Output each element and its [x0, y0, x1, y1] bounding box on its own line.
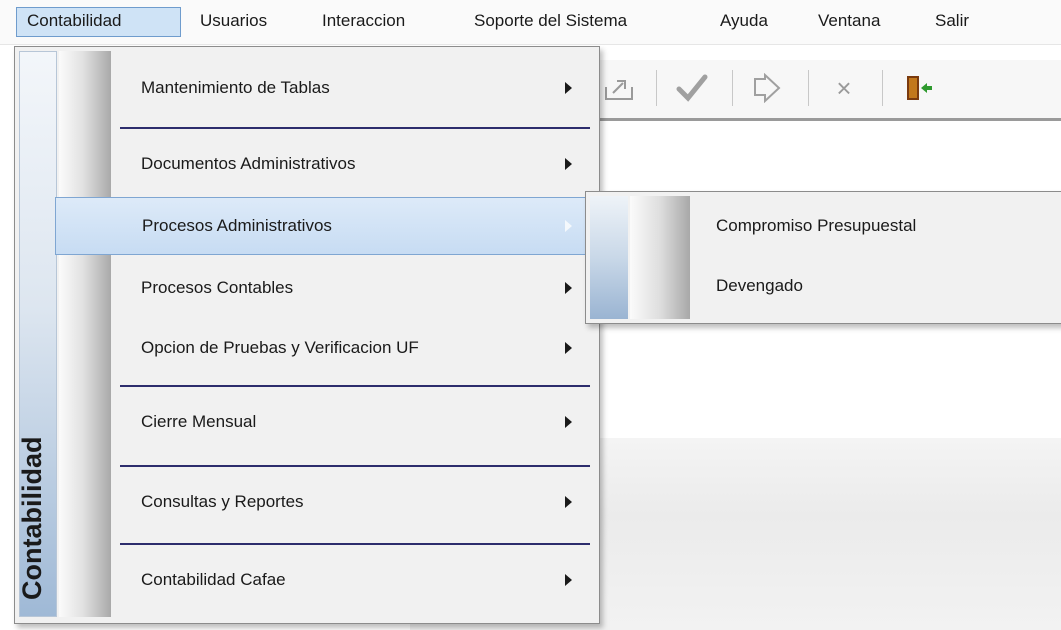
submenu-arrow-icon: [565, 220, 572, 232]
submenu-arrow-icon: [565, 496, 572, 508]
menu-item-consultas-y-reportes[interactable]: Consultas y Reportes: [55, 473, 595, 531]
menu-item-mantenimiento-de-tablas[interactable]: Mantenimiento de Tablas: [55, 59, 595, 117]
menu-item-procesos-administrativos[interactable]: Procesos Administrativos: [55, 197, 595, 255]
submenu-arrow-icon: [565, 416, 572, 428]
menu-item-label: Procesos Contables: [141, 278, 294, 297]
menu-ventana-label: Ventana: [818, 11, 881, 30]
submenu-arrow-icon: [565, 82, 572, 94]
submenu-item-compromiso-presupuestal[interactable]: Compromiso Presupuestal: [586, 196, 1061, 256]
submenu-arrow-icon: [565, 342, 572, 354]
menu-interaccion[interactable]: Interaccion: [322, 8, 405, 36]
menu-bar: Contabilidad Usuarios Interaccion Soport…: [0, 0, 1061, 45]
contabilidad-dropdown-menu: Contabilidad Mantenimiento de Tablas Doc…: [14, 46, 600, 624]
close-x-icon[interactable]: ×: [824, 68, 864, 108]
menu-contabilidad-label: Contabilidad: [27, 11, 122, 30]
menu-salir[interactable]: Salir: [935, 8, 969, 36]
menu-separator: [120, 465, 590, 467]
menu-item-label: Contabilidad Cafae: [141, 570, 286, 589]
toolbar-separator: [882, 70, 883, 106]
submenu-arrow-icon: [565, 282, 572, 294]
menu-soporte-del-sistema[interactable]: Soporte del Sistema: [474, 8, 627, 36]
dropdown-banner-title: Contabilidad: [17, 436, 47, 601]
menu-separator: [120, 127, 590, 129]
workspace-background: [598, 438, 1061, 630]
submenu-item-label: Devengado: [716, 276, 803, 295]
menu-item-documentos-administrativos[interactable]: Documentos Administrativos: [55, 135, 595, 193]
check-icon[interactable]: [672, 68, 712, 108]
menu-item-procesos-contables[interactable]: Procesos Contables: [55, 259, 595, 317]
menu-soporte-label: Soporte del Sistema: [474, 11, 628, 30]
menu-interaccion-label: Interaccion: [322, 11, 406, 30]
menu-salir-label: Salir: [935, 11, 970, 30]
menu-item-label: Opcion de Pruebas y Verificacion UF: [141, 338, 419, 357]
menu-ayuda-label: Ayuda: [720, 11, 768, 30]
menu-item-opcion-de-pruebas[interactable]: Opcion de Pruebas y Verificacion UF: [55, 319, 595, 377]
menu-contabilidad[interactable]: Contabilidad: [16, 7, 181, 37]
menu-item-label: Mantenimiento de Tablas: [141, 78, 330, 97]
export-icon[interactable]: [600, 68, 640, 108]
menu-ventana[interactable]: Ventana: [818, 8, 880, 36]
menu-item-cierre-mensual[interactable]: Cierre Mensual: [55, 393, 595, 451]
toolbar: ×: [596, 60, 1061, 121]
exit-door-icon[interactable]: [898, 68, 938, 108]
close-x-glyph: ×: [836, 73, 852, 103]
submenu-item-devengado[interactable]: Devengado: [586, 256, 1061, 316]
procesos-administrativos-submenu: Compromiso Presupuestal Devengado: [585, 191, 1061, 324]
dropdown-side-banner: Contabilidad: [17, 51, 57, 617]
toolbar-separator: [732, 70, 733, 106]
menu-usuarios-label: Usuarios: [200, 11, 268, 30]
undo-arrow-icon[interactable]: [746, 68, 786, 108]
submenu-arrow-icon: [565, 574, 572, 586]
menu-item-contabilidad-cafae[interactable]: Contabilidad Cafae: [55, 551, 595, 609]
menu-separator: [120, 543, 590, 545]
submenu-arrow-icon: [565, 158, 572, 170]
menu-item-label: Cierre Mensual: [141, 412, 257, 431]
menu-usuarios[interactable]: Usuarios: [200, 8, 267, 36]
toolbar-separator: [808, 70, 809, 106]
menu-item-label: Procesos Administrativos: [142, 216, 332, 235]
menu-ayuda[interactable]: Ayuda: [720, 8, 768, 36]
toolbar-separator: [656, 70, 657, 106]
submenu-item-label: Compromiso Presupuestal: [716, 216, 917, 235]
menu-separator: [120, 385, 590, 387]
menu-item-label: Documentos Administrativos: [141, 154, 356, 173]
menu-item-label: Consultas y Reportes: [141, 492, 304, 511]
